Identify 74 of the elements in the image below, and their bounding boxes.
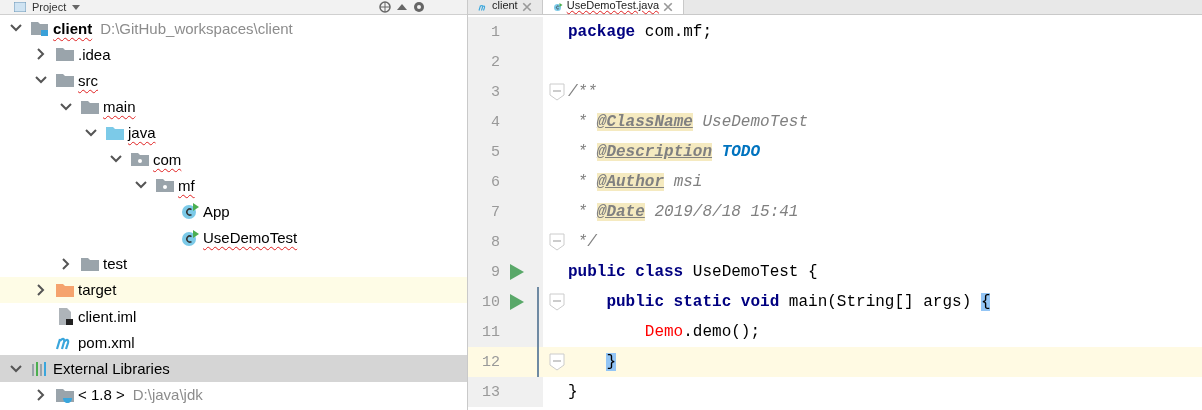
line-number: 5 — [490, 143, 500, 161]
package-folder-icon — [130, 150, 150, 169]
line-number: 6 — [490, 173, 500, 191]
line-number: 2 — [490, 53, 500, 71]
tree-item[interactable]: test — [0, 250, 467, 277]
line-number: 11 — [481, 323, 500, 341]
run-icon — [510, 264, 524, 280]
class-icon — [180, 202, 200, 221]
tree-item[interactable]: mf — [0, 172, 467, 199]
path-hint: D:\java\jdk — [132, 386, 203, 404]
line-number: 12 — [481, 353, 500, 371]
line-number: 9 — [490, 263, 500, 281]
tree-item-label: .idea — [78, 45, 111, 63]
tree-item-label: mf — [178, 176, 195, 194]
tree-item-label: target — [78, 281, 117, 299]
line-number: 8 — [490, 233, 500, 251]
tree-item[interactable]: java — [0, 119, 467, 146]
fold-icon — [549, 293, 565, 311]
code-line: package com.mf; — [567, 23, 713, 41]
tree-item-label: com — [153, 150, 182, 168]
line-number: 10 — [481, 293, 500, 311]
module-icon — [30, 19, 50, 38]
fold-icon — [549, 83, 565, 101]
tree-item-label: pom.xml — [78, 333, 135, 351]
line-number: 1 — [490, 23, 500, 41]
editor-tab[interactable]: UseDemoTest.java — [542, 0, 684, 14]
tree-item-label: main — [103, 98, 136, 116]
tree-item[interactable]: UseDemoTest — [0, 224, 467, 251]
panel-title[interactable]: Project — [32, 1, 67, 13]
tree-item[interactable]: client.iml — [0, 303, 467, 330]
package-folder-icon — [155, 176, 175, 195]
run-icon — [510, 294, 524, 310]
code-line: * @Date 2019/8/18 15:41 — [576, 203, 799, 221]
tree-item[interactable]: com — [0, 145, 467, 173]
path-hint: D:\GitHub_workspaces\client — [100, 19, 293, 37]
line-number: 3 — [490, 83, 500, 101]
tree-item[interactable]: .idea — [0, 41, 467, 68]
tree-item[interactable]: < 1.8 > D:\java\jdk — [0, 381, 467, 408]
line-number: 7 — [490, 203, 500, 221]
fold-icon — [549, 233, 565, 251]
code-line: public static void main(String[] args) { — [605, 293, 991, 311]
line-number: 13 — [481, 383, 500, 401]
class-icon — [180, 228, 200, 247]
target-icon — [379, 1, 391, 13]
caret-icon — [72, 4, 81, 10]
maven-m-icon — [478, 2, 488, 12]
tree-item[interactable]: pom.xml — [0, 329, 467, 356]
code-line: public class UseDemoTest { — [567, 263, 818, 281]
tree-item[interactable]: target — [0, 276, 467, 304]
tree-item-label: client — [53, 19, 93, 37]
tree-item-label: UseDemoTest — [203, 229, 298, 247]
code-line: * @ClassName UseDemoTest — [576, 113, 809, 131]
close-icon — [521, 2, 532, 12]
code-line: /** — [567, 83, 597, 101]
tree-item-label: < 1.8 > — [78, 386, 125, 404]
collapse-icon — [397, 4, 407, 10]
tree-item[interactable]: main — [0, 93, 467, 120]
tree-item-label: client.iml — [78, 307, 137, 325]
code-line: */ — [576, 233, 597, 251]
line-number: 4 — [490, 113, 500, 131]
tree-item[interactable]: External Libraries — [0, 355, 467, 382]
fold-icon — [549, 353, 565, 371]
tree-item-label: src — [78, 71, 98, 89]
tree-item-label: java — [128, 124, 156, 142]
class-icon — [552, 2, 563, 12]
close-icon — [663, 2, 673, 12]
tree-item-label: External Libraries — [53, 360, 170, 378]
tree-item-label: App — [203, 202, 230, 220]
tree-item[interactable]: src — [0, 67, 467, 94]
tree-item[interactable]: App — [0, 198, 467, 225]
code-line: Demo.demo(); — [643, 323, 761, 341]
tree-item[interactable]: client D:\GitHub_workspaces\client — [0, 15, 467, 42]
code-line: } — [567, 383, 578, 401]
tree-item-label: test — [103, 255, 128, 273]
